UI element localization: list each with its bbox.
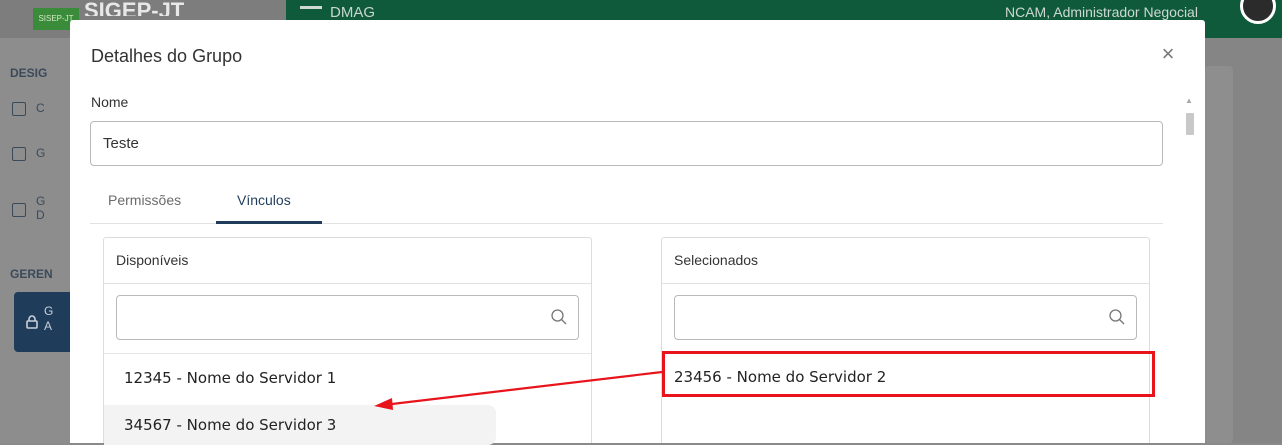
available-panel: Disponíveis 12345 - Nome do Servidor 1 3…: [103, 237, 592, 445]
sidebar-item-label-line2: D: [36, 208, 45, 222]
app-brand: SIGEP-JT: [84, 2, 185, 16]
grid-icon: [12, 203, 26, 217]
tab-vinculos[interactable]: Vínculos: [237, 192, 291, 208]
user-name: NCAM, Administrador Negocial: [1005, 4, 1198, 20]
sidebar-item-label: G: [44, 304, 54, 318]
name-label: Nome: [91, 94, 129, 110]
sidebar-item-active[interactable]: G A: [14, 292, 70, 352]
background-card: [1205, 66, 1233, 443]
sidebar-item-label[interactable]: C: [36, 101, 45, 115]
name-input[interactable]: [90, 121, 1163, 166]
avatar[interactable]: [1240, 0, 1276, 24]
scroll-up-icon[interactable]: ▲: [1185, 96, 1193, 105]
search-icon[interactable]: [550, 308, 568, 326]
grid-icon: [12, 147, 26, 161]
divider: [662, 353, 1149, 354]
sidebar-section-label: DESIG: [10, 66, 48, 80]
scrollbar[interactable]: ▲: [1182, 96, 1196, 443]
sidebar: DESIG C G G D GEREN: [0, 38, 70, 443]
sidebar-item-label-line2: A: [44, 319, 53, 333]
grid-icon: [12, 102, 26, 116]
tab-permissoes[interactable]: Permissões: [108, 192, 181, 208]
active-tab-indicator: [216, 221, 322, 224]
close-button[interactable]: ×: [1156, 42, 1180, 66]
list-item[interactable]: 34567 - Nome do Servidor 3: [104, 405, 496, 445]
selected-panel: Selecionados 23456 - Nome do Servidor 2: [661, 237, 1150, 443]
sidebar-item-label[interactable]: G: [36, 194, 45, 208]
search-icon[interactable]: [1108, 308, 1126, 326]
sidebar-section-label: GEREN: [10, 267, 53, 281]
group-details-modal: Detalhes do Grupo × Nome Permissões Vínc…: [70, 20, 1205, 445]
lock-icon: [26, 315, 38, 329]
available-search: [116, 295, 579, 340]
menu-icon[interactable]: [300, 6, 322, 9]
module-name: DMAG: [330, 4, 375, 21]
list-item[interactable]: 23456 - Nome do Servidor 2: [666, 357, 1153, 397]
tabs: Permissões Vínculos: [90, 180, 1163, 224]
selected-search-input[interactable]: [675, 296, 1095, 339]
list-item[interactable]: 12345 - Nome do Servidor 1: [104, 358, 584, 398]
scroll-thumb[interactable]: [1186, 113, 1194, 135]
selected-panel-title: Selecionados: [662, 238, 1149, 284]
selected-search: [674, 295, 1137, 340]
divider: [104, 353, 591, 354]
available-panel-title: Disponíveis: [104, 238, 591, 284]
modal-title: Detalhes do Grupo: [91, 46, 243, 66]
sidebar-item-label[interactable]: G: [36, 146, 45, 160]
available-search-input[interactable]: [117, 296, 537, 339]
